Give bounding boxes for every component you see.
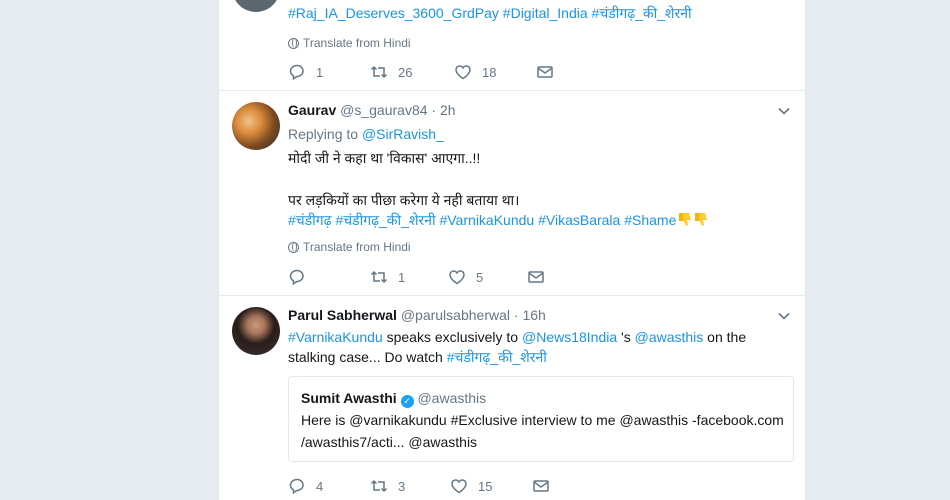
- retweet-button[interactable]: 26: [370, 63, 454, 81]
- dm-button[interactable]: [532, 477, 614, 495]
- tweet-1[interactable]: Gaurav @s_gaurav84 · 2h Replying to @Sir…: [219, 91, 805, 296]
- hashtag-link[interactable]: #Raj_IA_Deserves_3600_GrdPay: [288, 5, 499, 21]
- tweet-actions: 1 5: [288, 268, 609, 286]
- hashtag-link[interactable]: #चंडीगढ़_की_शेरनी: [447, 349, 547, 365]
- verified-badge-icon: ✓: [400, 395, 414, 408]
- tweet-2[interactable]: Parul Sabherwal @parulsabherwal · 16h #V…: [219, 296, 805, 500]
- hashtag-link[interactable]: #चंडीगढ़_की_शेरनी: [335, 212, 435, 228]
- reply-button[interactable]: 4: [288, 477, 370, 495]
- like-button[interactable]: 18: [454, 63, 536, 81]
- heart-icon: [449, 270, 465, 285]
- quoted-tweet-text: /awasthis7/acti... @awasthis: [301, 434, 478, 450]
- like-button[interactable]: 15: [450, 477, 532, 495]
- quoted-tweet-text: Here is @varnikakundu #Exclusive intervi…: [301, 412, 784, 428]
- timestamp[interactable]: 2h: [440, 102, 456, 118]
- mention-link[interactable]: @SirRavish_: [362, 126, 444, 142]
- retweet-icon: [370, 65, 388, 79]
- tweet-hashtags: #चंडीगढ़ #चंडीगढ़_की_शेरनी #VarnikaKundu…: [288, 210, 791, 230]
- retweet-button[interactable]: 1: [370, 268, 448, 286]
- envelope-icon: [537, 66, 553, 78]
- globe-icon: [288, 241, 299, 253]
- dm-button[interactable]: [527, 268, 609, 286]
- envelope-icon: [528, 271, 544, 283]
- author-handle[interactable]: @s_gaurav84: [340, 102, 427, 118]
- quoted-author-handle[interactable]: @awasthis: [417, 390, 486, 406]
- reply-button[interactable]: 1: [288, 63, 370, 81]
- hashtag-link[interactable]: #VarnikaKundu: [440, 212, 535, 228]
- tweet-text-line: पर लड़कियों का पीछा करेगा ये नही बताया थ…: [288, 192, 520, 208]
- like-button[interactable]: 5: [448, 268, 527, 286]
- retweet-icon: [370, 479, 388, 493]
- timestamp[interactable]: 16h: [522, 307, 545, 323]
- quoted-tweet-header: Sumit Awasthi ✓ @awasthis: [301, 387, 781, 409]
- reply-icon: [289, 478, 304, 495]
- mention-link[interactable]: @News18India: [522, 329, 617, 345]
- quoted-author-name[interactable]: Sumit Awasthi: [301, 390, 397, 406]
- hashtag-link[interactable]: #VarnikaKundu: [288, 329, 383, 345]
- reply-icon: [289, 64, 304, 81]
- author-name[interactable]: Parul Sabherwal: [288, 307, 397, 323]
- translate-link[interactable]: Translate from Hindi: [288, 237, 791, 257]
- tweet-text-line: #VarnikaKundu speaks exclusively to @New…: [288, 329, 747, 345]
- thumbs-down-emoji-icon: [679, 213, 692, 226]
- hashtag-link[interactable]: #चंडीगढ़_की_शेरनी: [592, 5, 692, 21]
- avatar[interactable]: [232, 0, 280, 12]
- heart-icon: [455, 65, 471, 80]
- tweet-actions: 4 3 15: [288, 477, 614, 495]
- author-name[interactable]: Gaurav: [288, 102, 336, 118]
- tweet-0[interactable]: #Raj_IA_Deserves_3600_GrdPay #Digital_In…: [219, 0, 805, 91]
- reply-icon: [289, 269, 304, 286]
- envelope-icon: [533, 480, 549, 492]
- timeline: #Raj_IA_Deserves_3600_GrdPay #Digital_In…: [218, 0, 806, 500]
- hashtag-link[interactable]: #VikasBarala: [538, 212, 620, 228]
- hashtag-link[interactable]: #Digital_India: [503, 5, 588, 21]
- retweet-icon: [370, 270, 388, 284]
- hashtag-link[interactable]: #चंडीगढ़: [288, 212, 332, 228]
- mention-link[interactable]: @awasthis: [635, 329, 704, 345]
- translate-link[interactable]: Translate from Hindi: [288, 33, 791, 53]
- dm-button[interactable]: [536, 63, 618, 81]
- avatar[interactable]: [232, 102, 280, 150]
- author-handle[interactable]: @parulsabherwal: [401, 307, 510, 323]
- reply-button[interactable]: [288, 268, 370, 286]
- tweet-text-line: मोदी जी ने कहा था 'विकास' आएगा..!!: [288, 150, 481, 166]
- thumbs-down-emoji-icon: [695, 213, 708, 226]
- tweet-text: #Raj_IA_Deserves_3600_GrdPay #Digital_In…: [288, 3, 791, 23]
- hashtag-link[interactable]: #Shame: [624, 212, 676, 228]
- retweet-button[interactable]: 3: [370, 477, 450, 495]
- avatar[interactable]: [232, 307, 280, 355]
- globe-icon: [288, 37, 299, 49]
- tweet-header: Parul Sabherwal @parulsabherwal · 16h: [288, 307, 546, 323]
- quoted-tweet[interactable]: Sumit Awasthi ✓ @awasthis Here is @varni…: [288, 376, 794, 462]
- heart-icon: [451, 479, 467, 494]
- tweet-actions: 1 26 18: [288, 63, 618, 81]
- tweet-text-line: stalking case... Do watch #चंडीगढ़_की_शे…: [288, 349, 547, 365]
- replying-to: Replying to @SirRavish_: [288, 126, 444, 142]
- tweet-header: Gaurav @s_gaurav84 · 2h: [288, 102, 456, 118]
